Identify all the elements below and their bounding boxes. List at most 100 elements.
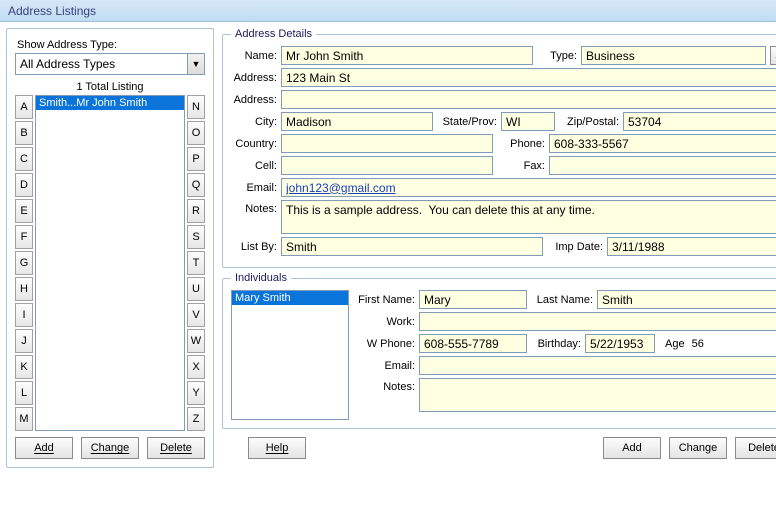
email-label: Email: [231,182,277,194]
email-field[interactable] [281,178,776,197]
city-label: City: [231,116,277,128]
address-details-legend: Address Details [231,28,316,40]
indiv-notes-label: Notes: [355,378,415,393]
alpha-button-k[interactable]: K [15,355,33,379]
indiv-email-field[interactable] [419,356,776,375]
alpha-button-c[interactable]: C [15,147,33,171]
alpha-button-n[interactable]: N [187,95,205,119]
type-field[interactable] [581,46,766,65]
zip-field[interactable] [623,112,776,131]
alpha-button-w[interactable]: W [187,329,205,353]
footer-row: Help Add Change Delete [222,437,776,459]
alpha-button-j[interactable]: J [15,329,33,353]
alpha-button-o[interactable]: O [187,121,205,145]
cell-field[interactable] [281,156,493,175]
individuals-group: Individuals Mary Smith First Name: Last … [222,272,776,429]
notes-field[interactable] [281,200,776,234]
listings-box[interactable]: Smith...Mr John Smith [35,95,185,431]
birthday-label: Birthday: [531,338,581,350]
individuals-legend: Individuals [231,272,291,284]
wphone-label: W Phone: [355,338,415,350]
content-area: Show Address Type: ▼ 1 Total Listing ABC… [0,22,776,474]
listby-field[interactable] [281,237,543,256]
alpha-col-left: ABCDEFGHIJKLM [15,95,33,431]
wphone-field[interactable] [419,334,527,353]
indiv-add-button[interactable]: Add [603,437,661,459]
alpha-button-h[interactable]: H [15,277,33,301]
details-pane: Address Details Name: Type: ... Address:… [222,28,776,468]
listings-add-button[interactable]: Add [15,437,73,459]
address-type-combo[interactable]: ▼ [15,53,205,75]
alpha-button-m[interactable]: M [15,407,33,431]
type-label: Type: [537,50,577,62]
address2-label: Address: [231,94,277,106]
indiv-email-label: Email: [355,360,415,372]
chevron-down-icon: ▼ [192,60,201,69]
stateprov-field[interactable] [501,112,555,131]
window-titlebar: Address Listings [0,0,776,22]
alpha-button-r[interactable]: R [187,199,205,223]
cell-label: Cell: [231,160,277,172]
alpha-button-z[interactable]: Z [187,407,205,431]
phone-field[interactable] [549,134,776,153]
alpha-button-d[interactable]: D [15,173,33,197]
alpha-button-x[interactable]: X [187,355,205,379]
alpha-button-u[interactable]: U [187,277,205,301]
indiv-change-button[interactable]: Change [669,437,727,459]
city-field[interactable] [281,112,433,131]
indiv-delete-button[interactable]: Delete [735,437,776,459]
fax-label: Fax: [497,160,545,172]
alpha-button-g[interactable]: G [15,251,33,275]
alpha-button-l[interactable]: L [15,381,33,405]
firstname-label: First Name: [355,294,415,306]
listby-label: List By: [231,241,277,253]
lastname-field[interactable] [597,290,776,309]
fax-field[interactable] [549,156,776,175]
lastname-label: Last Name: [531,294,593,306]
alpha-button-t[interactable]: T [187,251,205,275]
listings-pane: Show Address Type: ▼ 1 Total Listing ABC… [6,28,214,468]
stateprov-label: State/Prov: [437,116,497,128]
notes-label: Notes: [231,200,277,215]
listings-delete-button[interactable]: Delete [147,437,205,459]
address-details-group: Address Details Name: Type: ... Address:… [222,28,776,268]
listings-group: Show Address Type: ▼ 1 Total Listing ABC… [6,28,214,468]
work-field[interactable] [419,312,776,331]
address1-field[interactable] [281,68,776,87]
country-field[interactable] [281,134,493,153]
alpha-button-s[interactable]: S [187,225,205,249]
alpha-button-a[interactable]: A [15,95,33,119]
individuals-list[interactable]: Mary Smith [231,290,349,420]
listings-button-row: Add Change Delete [15,437,205,459]
firstname-field[interactable] [419,290,527,309]
name-field[interactable] [281,46,533,65]
age-value: 56 [692,338,704,350]
address-type-dropdown-button[interactable]: ▼ [187,53,205,75]
alpha-button-b[interactable]: B [15,121,33,145]
impdate-field[interactable] [607,237,776,256]
address-type-input[interactable] [15,53,187,75]
phone-label: Phone: [497,138,545,150]
indiv-notes-field[interactable] [419,378,776,412]
age-label: Age [665,338,685,350]
listing-item-selected[interactable]: Smith...Mr John Smith [36,96,184,110]
alpha-button-f[interactable]: F [15,225,33,249]
alpha-button-y[interactable]: Y [187,381,205,405]
country-label: Country: [231,138,277,150]
individual-fields: First Name: Last Name: Work: W Phone: Bi… [355,290,776,420]
zip-label: Zip/Postal: [559,116,619,128]
alpha-button-e[interactable]: E [15,199,33,223]
help-button[interactable]: Help [248,437,306,459]
alpha-button-q[interactable]: Q [187,173,205,197]
alpha-col-right: NOPQRSTUVWXYZ [187,95,205,431]
listings-change-button[interactable]: Change [81,437,139,459]
type-picker-button[interactable]: ... [770,46,776,65]
address1-label: Address: [231,72,277,84]
impdate-label: Imp Date: [547,241,603,253]
alpha-button-v[interactable]: V [187,303,205,327]
individual-item-selected[interactable]: Mary Smith [232,291,348,305]
address2-field[interactable] [281,90,776,109]
birthday-field[interactable] [585,334,655,353]
alpha-button-i[interactable]: I [15,303,33,327]
alpha-button-p[interactable]: P [187,147,205,171]
